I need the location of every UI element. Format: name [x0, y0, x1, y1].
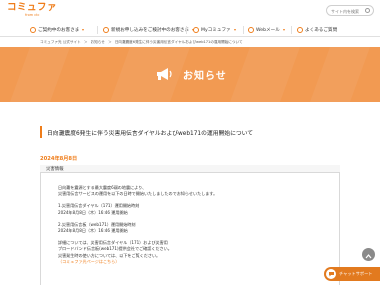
- breadcrumb-separator: ＞: [83, 40, 88, 44]
- notice-date: 2024年8月8日: [40, 156, 78, 162]
- nav-divider: [243, 26, 244, 34]
- category-label: 災害情報: [46, 167, 64, 172]
- logo[interactable]: コミュファ from ctc: [7, 2, 58, 18]
- notice-title: 日向灘震度6発生に伴う災害用伝言ダイヤルおよびweb171の運用開始について: [47, 130, 254, 137]
- hero-stripe: [9, 47, 71, 102]
- chevron-up-icon: [365, 254, 372, 259]
- person-icon: [30, 27, 36, 33]
- nav-label: ご契約中のお客さま: [38, 28, 80, 33]
- mail-icon: [248, 27, 254, 33]
- breadcrumb-home[interactable]: コミュファ光 公式サイト: [40, 40, 81, 44]
- notice-title-box: 日向灘震度6発生に伴う災害用伝言ダイヤルおよびweb171の運用開始について: [40, 126, 340, 138]
- nav-item-faq[interactable]: よくあるご質問: [297, 23, 337, 37]
- hero-stripe: [309, 47, 371, 102]
- nav-label: Myコミュファ: [201, 28, 231, 33]
- hero-banner: お知らせ: [0, 47, 380, 102]
- nav-item-my-commufa[interactable]: Myコミュファ: [193, 23, 236, 37]
- chevron-down-icon: [233, 29, 236, 31]
- hero-stripe: [229, 47, 301, 102]
- article-body: 日向灘を震源とする最大震度6弱の地震により、 災害用伝言サービスの運用を以下の日…: [58, 185, 318, 265]
- breadcrumb-separator: ＞: [108, 40, 112, 44]
- page-title: お知らせ: [183, 70, 227, 82]
- search-input[interactable]: [331, 7, 367, 15]
- heart-icon: [193, 27, 199, 33]
- nav-divider: [291, 26, 292, 34]
- nav-item-new-customers[interactable]: 新規お申し込みをご検討中のお客さま: [103, 23, 195, 37]
- chat-support-button[interactable]: チャットサポート: [324, 267, 380, 281]
- nav-item-current-customers[interactable]: ご契約中のお客さま: [30, 23, 85, 37]
- breadcrumb-news[interactable]: お知らせ: [91, 40, 105, 44]
- search-icon[interactable]: [365, 8, 370, 13]
- logo-text: コミュファ: [7, 2, 58, 13]
- document-icon: [103, 27, 109, 33]
- megaphone-icon: [157, 68, 172, 80]
- chevron-down-icon: [282, 29, 285, 31]
- article-category-tab: 災害情報: [40, 165, 340, 173]
- site-header: コミュファ from ctc: [0, 0, 380, 23]
- commufa-link[interactable]: （コミュファ光ページはこちら）: [58, 259, 318, 265]
- nav-divider: [97, 26, 98, 34]
- global-nav: ご契約中のお客さま 新規お申し込みをご検討中のお客さま Myコミュファ Webメ…: [0, 23, 380, 37]
- breadcrumb: コミュファ光 公式サイト ＞ お知らせ ＞ 日向灘震度6発生に伴う災害用伝言ダイ…: [40, 40, 245, 45]
- search-box[interactable]: [326, 5, 374, 16]
- chat-icon: [326, 269, 336, 279]
- nav-divider: [186, 26, 187, 34]
- nav-label: よくあるご質問: [305, 28, 338, 33]
- chat-label: チャットサポート: [339, 271, 373, 276]
- nav-item-webmail[interactable]: Webメール: [248, 23, 285, 37]
- question-icon: [297, 27, 303, 33]
- nav-label: 新規お申し込みをご検討中のお客さま: [111, 28, 190, 33]
- logo-sub: from ctc: [25, 13, 40, 17]
- nav-label: Webメール: [256, 28, 280, 33]
- chevron-down-icon: [82, 29, 85, 31]
- scroll-top-button[interactable]: [362, 248, 375, 261]
- breadcrumb-current: 日向灘震度6発生に伴う災害用伝言ダイヤルおよびweb171の運用開始について: [114, 40, 243, 44]
- hero-title-wrap: お知らせ: [155, 64, 227, 84]
